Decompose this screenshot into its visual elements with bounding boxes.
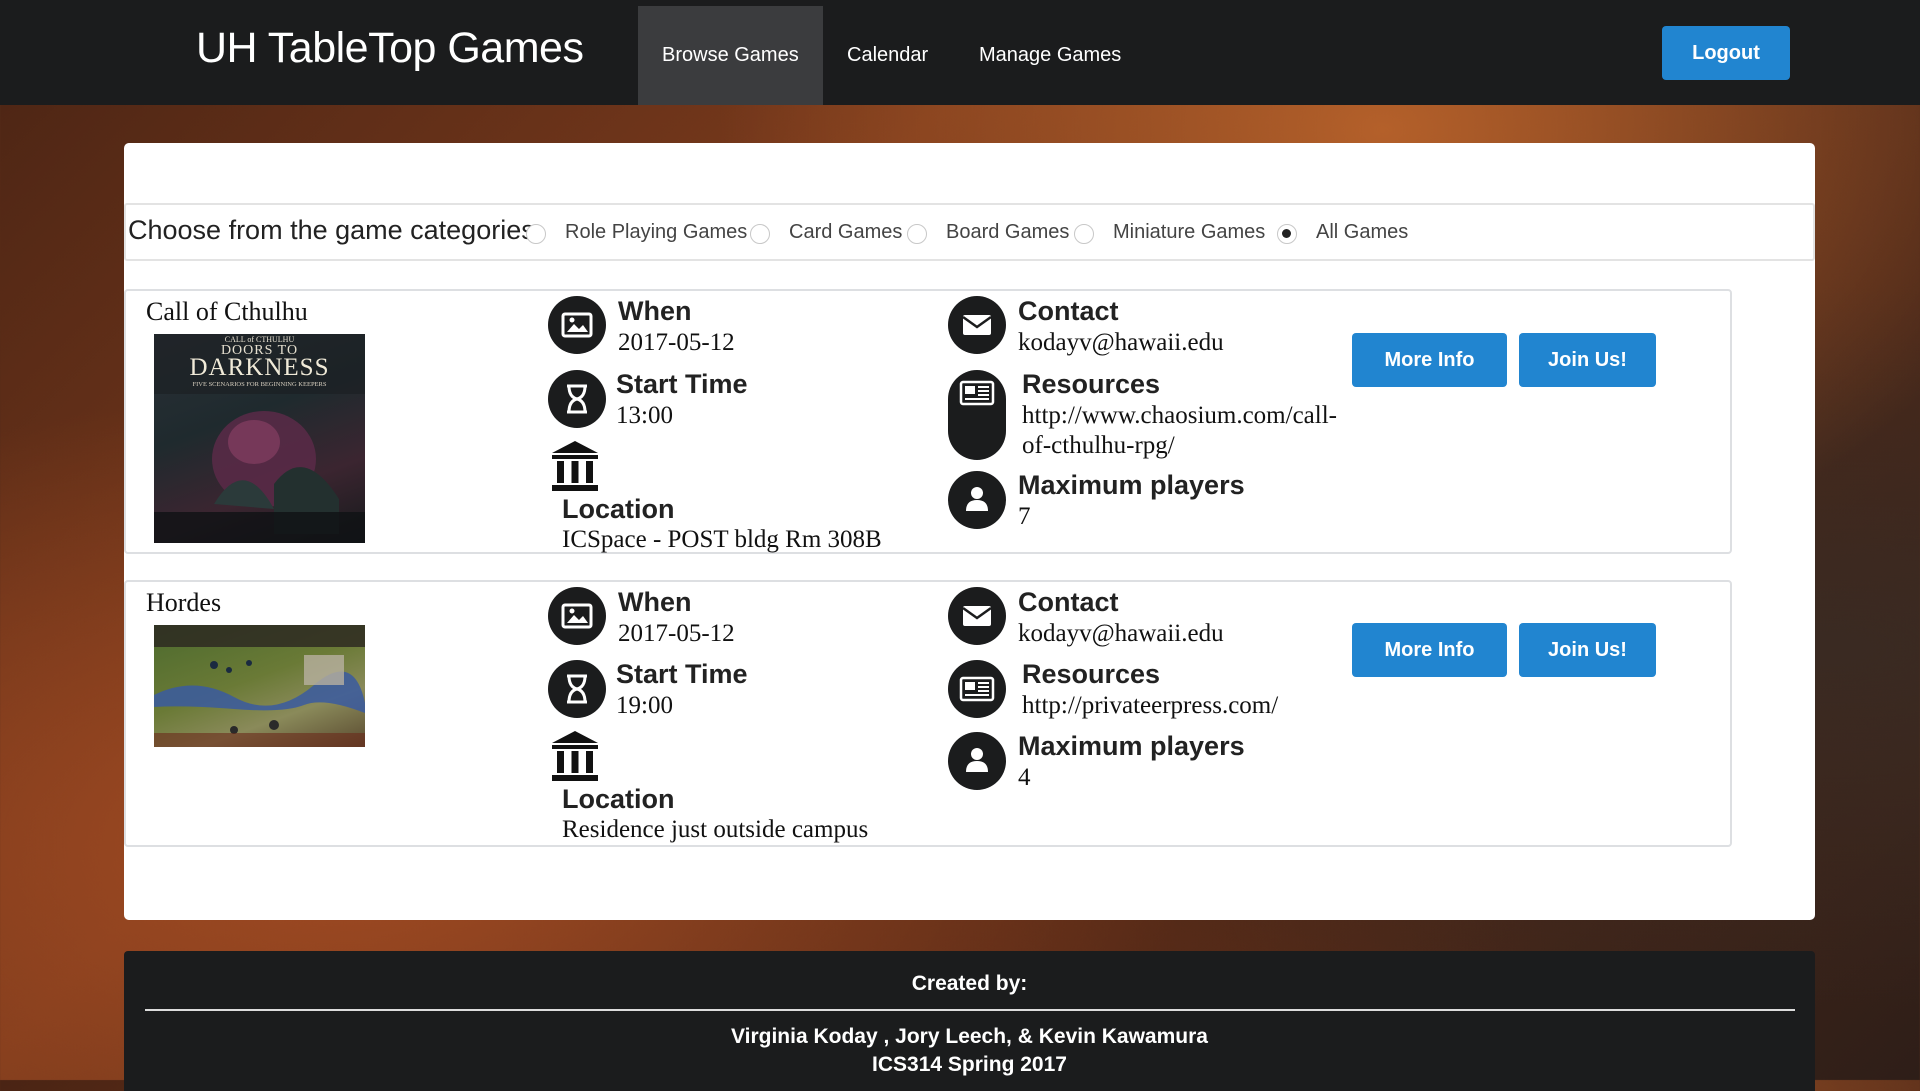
resources-link[interactable]: http://privateerpress.com/ (1022, 691, 1278, 721)
game-title: Hordes (146, 588, 222, 617)
radio-card-games[interactable] (750, 224, 770, 244)
footer-course: ICS314 Spring 2017 (872, 1053, 1067, 1076)
when-label: When (618, 296, 692, 326)
user-icon (948, 471, 1006, 529)
game-card: Call of Cthulhu CALL of CTHULHU DOORS TO… (124, 289, 1732, 554)
game-cover-image (154, 625, 365, 747)
contact-value[interactable]: kodayv@hawaii.edu (1018, 328, 1224, 358)
when-value: 2017-05-12 (618, 620, 735, 647)
contact-label: Contact (1018, 296, 1119, 326)
cover-subtitle: FIVE SCENARIOS FOR BEGINNING KEEPERS (192, 381, 327, 388)
resources-link-line2[interactable]: of-cthulhu-rpg/ (1022, 431, 1175, 461)
max-players-value: 7 (1018, 503, 1031, 530)
more-info-button[interactable]: More Info (1352, 333, 1507, 387)
more-info-button[interactable]: More Info (1352, 623, 1507, 677)
category-filter: Choose from the game categories Role Pla… (124, 203, 1815, 261)
radio-label-miniature-games[interactable]: Miniature Games (1113, 221, 1265, 244)
logout-button[interactable]: Logout (1662, 26, 1790, 80)
university-icon (550, 439, 600, 493)
radio-label-all-games[interactable]: All Games (1316, 221, 1408, 244)
footer-divider (145, 1009, 1795, 1011)
nav-browse-games[interactable]: Browse Games (638, 6, 823, 105)
when-value: 2017-05-12 (618, 329, 735, 356)
hourglass-icon (548, 660, 606, 718)
envelope-icon (948, 587, 1006, 645)
location-label: Location (562, 784, 675, 814)
radio-label-card-games[interactable]: Card Games (789, 221, 902, 244)
contact-value[interactable]: kodayv@hawaii.edu (1018, 619, 1224, 649)
newspaper-icon (948, 660, 1006, 718)
top-navbar: UH TableTop Games Browse Games Calendar … (0, 0, 1920, 105)
when-label: When (618, 587, 692, 617)
location-value: Residence just outside campus (562, 816, 869, 843)
resources-label: Resources (1022, 369, 1161, 399)
game-card: Hordes When 2017-05-12 Start Time 19:00 (124, 580, 1732, 847)
nav-manage-games[interactable]: Manage Games (955, 6, 1145, 105)
game-cover-image: CALL of CTHULHU DOORS TO DARKNESS FIVE S… (154, 334, 365, 543)
game-title: Call of Cthulhu (146, 297, 308, 326)
radio-board-games[interactable] (907, 224, 927, 244)
max-players-value: 4 (1018, 764, 1031, 791)
max-players-label: Maximum players (1018, 731, 1245, 761)
contact-label: Contact (1018, 587, 1119, 617)
user-icon (948, 732, 1006, 790)
university-icon (550, 729, 600, 783)
nav-calendar[interactable]: Calendar (823, 6, 952, 105)
hourglass-icon (548, 370, 606, 428)
start-time-value: 13:00 (616, 402, 673, 429)
location-label: Location (562, 494, 675, 524)
brand-title[interactable]: UH TableTop Games (196, 24, 584, 73)
start-time-label: Start Time (616, 659, 748, 689)
join-us-button[interactable]: Join Us! (1519, 623, 1656, 677)
radio-miniature-games[interactable] (1074, 224, 1094, 244)
cover-line2: DARKNESS (189, 354, 330, 381)
envelope-icon (948, 296, 1006, 354)
radio-role-playing[interactable] (526, 224, 546, 244)
footer-authors: Virginia Koday , Jory Leech, & Kevin Kaw… (731, 1025, 1208, 1048)
location-value: ICSpace - POST bldg Rm 308B (562, 526, 882, 553)
footer-title: Created by: (911, 972, 1028, 995)
resources-label: Resources (1022, 659, 1161, 689)
max-players-label: Maximum players (1018, 470, 1245, 500)
radio-label-board-games[interactable]: Board Games (946, 221, 1069, 244)
image-icon (548, 296, 606, 354)
join-us-button[interactable]: Join Us! (1519, 333, 1656, 387)
filter-label: Choose from the game categories (128, 215, 535, 245)
start-time-label: Start Time (616, 369, 748, 399)
radio-all-games[interactable] (1277, 224, 1297, 244)
start-time-value: 19:00 (616, 692, 673, 719)
image-icon (548, 587, 606, 645)
games-panel: Choose from the game categories Role Pla… (124, 143, 1815, 920)
radio-label-role-playing[interactable]: Role Playing Games (565, 221, 747, 244)
newspaper-icon (948, 370, 1006, 460)
resources-link-line1[interactable]: http://www.chaosium.com/call- (1022, 401, 1337, 431)
tabletop-photo (154, 625, 365, 747)
footer: Created by: Virginia Koday , Jory Leech,… (124, 951, 1815, 1091)
